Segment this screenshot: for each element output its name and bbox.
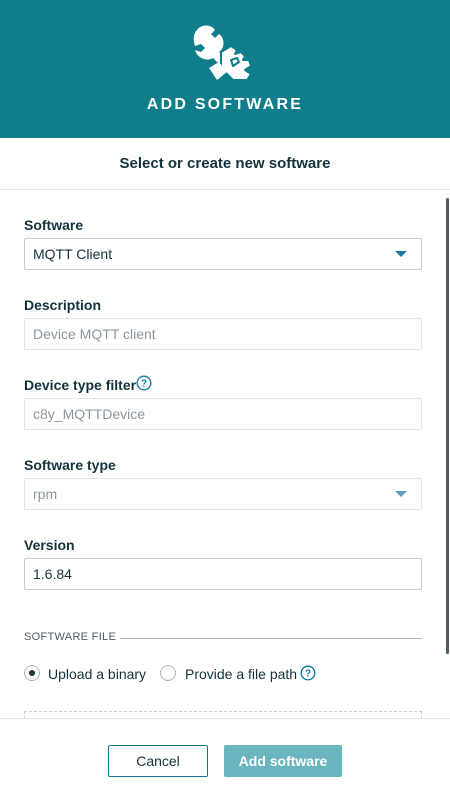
description-placeholder: Device MQTT client: [33, 326, 156, 342]
device-type-filter-input[interactable]: c8y_MQTTDevice: [24, 398, 422, 430]
cancel-button[interactable]: Cancel: [108, 745, 208, 777]
chevron-down-icon: [395, 491, 407, 497]
software-type-value: rpm: [33, 486, 58, 502]
file-path-label[interactable]: Provide a file path: [185, 666, 297, 682]
help-circle-icon[interactable]: ?: [300, 665, 316, 681]
description-input[interactable]: Device MQTT client: [24, 318, 422, 350]
software-label: Software: [24, 217, 84, 233]
description-label: Description: [24, 297, 102, 313]
version-value: 1.6.84: [33, 566, 72, 582]
add-software-button[interactable]: Add software: [224, 745, 342, 777]
section-divider: [120, 638, 422, 639]
wrench-hand-icon: [193, 25, 252, 81]
software-select[interactable]: MQTT Client: [24, 238, 422, 270]
modal-header: ADD SOFTWARE: [0, 0, 450, 138]
software-file-section-title: SOFTWARE FILE: [24, 631, 117, 643]
software-select-value: MQTT Client: [33, 246, 113, 262]
svg-text:?: ?: [305, 669, 311, 680]
upload-binary-label[interactable]: Upload a binary: [48, 666, 146, 682]
software-type-select[interactable]: rpm: [24, 478, 422, 510]
scrollbar-thumb[interactable]: [446, 198, 449, 654]
file-dropzone[interactable]: [24, 711, 422, 718]
modal-title: ADD SOFTWARE: [146, 96, 304, 113]
subtitle-bar: Select or create new software: [0, 138, 450, 190]
help-circle-icon[interactable]: ?: [136, 375, 152, 391]
device-type-filter-placeholder: c8y_MQTTDevice: [33, 406, 146, 422]
modal-footer: Cancel Add software: [0, 718, 450, 797]
file-path-radio[interactable]: [160, 665, 176, 681]
upload-binary-radio[interactable]: [24, 665, 40, 681]
version-input[interactable]: 1.6.84: [24, 558, 422, 590]
form-body[interactable]: Software MQTT Client Description Device …: [0, 190, 450, 718]
modal-subtitle: Select or create new software: [119, 155, 331, 172]
software-type-label: Software type: [24, 457, 116, 473]
svg-text:?: ?: [141, 379, 147, 390]
chevron-down-icon: [395, 251, 407, 257]
version-label: Version: [24, 537, 75, 553]
device-type-filter-label: Device type filter: [24, 377, 137, 393]
